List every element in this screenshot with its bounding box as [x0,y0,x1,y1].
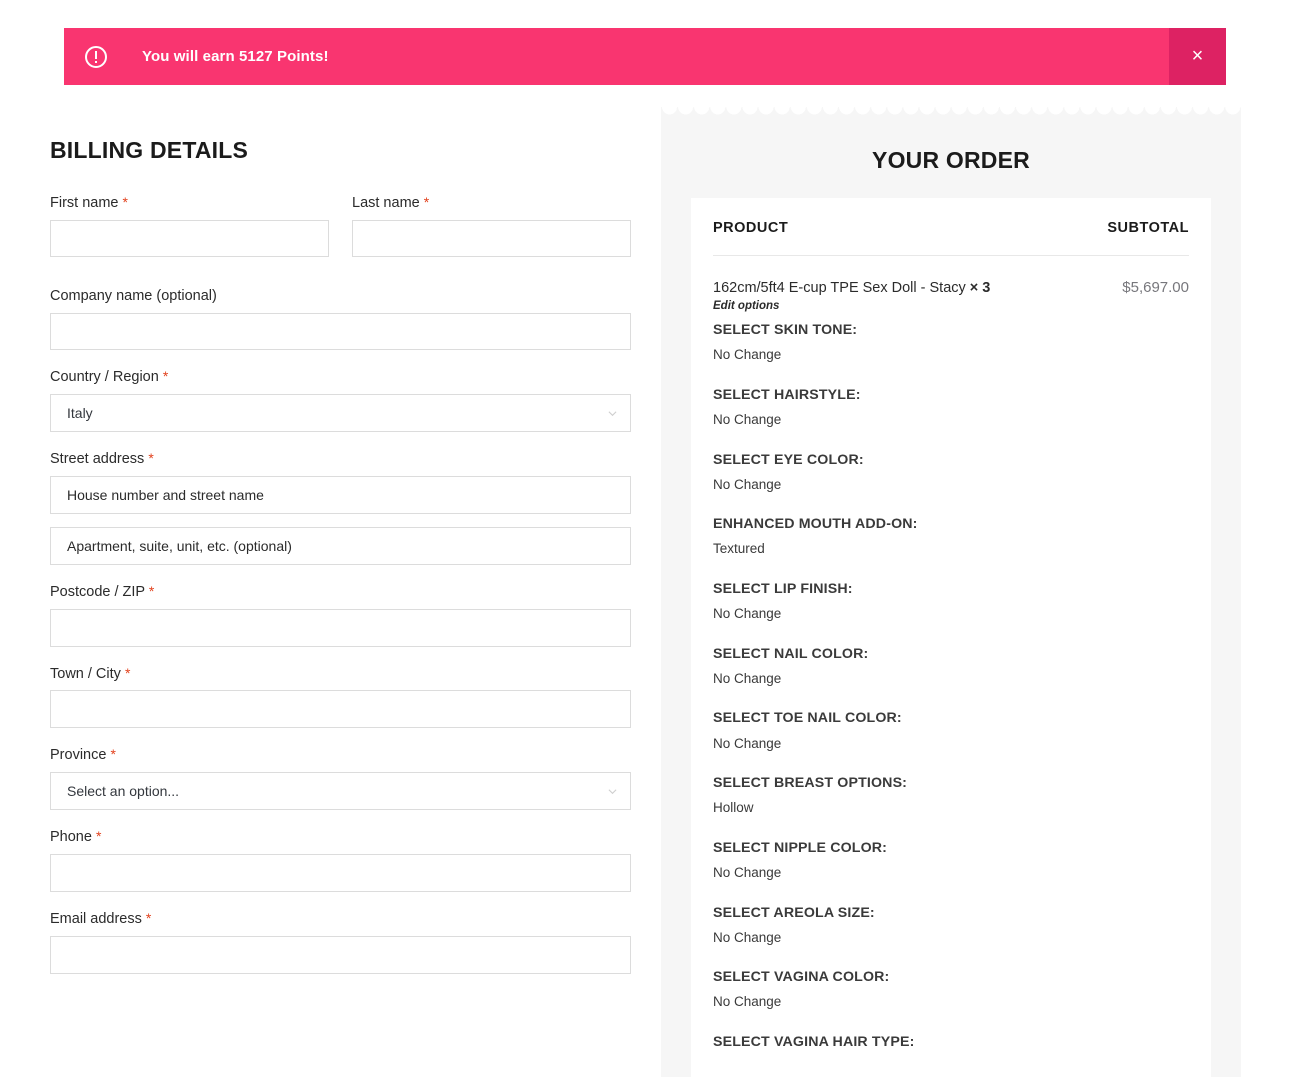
required-asterisk: * [423,194,430,211]
order-item-subtotal: $5,697.00 [1122,279,1189,296]
order-item-name-line: 162cm/5ft4 E-cup TPE Sex Doll - Stacy × 3 [713,279,990,297]
order-table-header: PRODUCT SUBTOTAL [713,220,1189,256]
required-asterisk: * [95,828,102,845]
email-input[interactable] [50,935,631,974]
province-label-text: Province [50,747,107,764]
order-option-value: No Change [713,865,782,881]
required-asterisk: * [148,449,154,466]
order-item-details: 162cm/5ft4 E-cup TPE Sex Doll - Stacy × 3… [713,279,990,312]
province-label: Province * [50,745,631,765]
order-option-value: No Change [713,670,782,686]
name-row: First name * Last name * [50,193,631,270]
points-banner: You will earn 5127 Points! × [64,28,1226,85]
last-name-label-text: Last name [352,195,420,212]
order-option-label: SELECT LIP FINISH: [713,581,853,597]
order-option-label: SELECT AREOLA SIZE: [713,904,875,921]
page-title: BILLING DETAILS [50,137,249,163]
province-selected-value[interactable]: Select an option... [50,772,631,811]
points-text-before: You will earn [142,48,239,65]
postcode-label: Postcode / ZIP * [50,582,631,602]
company-field: Company name (optional) [50,287,631,350]
order-option-value: No Change [713,347,782,363]
first-name-label-text: First name [50,195,119,212]
phone-label: Phone * [50,827,631,847]
points-value: 5127 [238,48,273,65]
points-banner-text: You will earn 5127 Points! [142,48,329,65]
required-asterisk: * [124,664,131,681]
order-option-label: ENHANCED MOUTH ADD-ON: [713,516,918,533]
order-item-options-list: SELECT SKIN TONE: No Change SELECT HAIRSTY… [713,321,1189,1052]
street-address-2-input[interactable] [50,526,631,565]
street-address-label-text: Street address [50,450,145,467]
required-asterisk: * [162,367,169,384]
order-option-value: No Change [713,735,782,751]
column-header-product: PRODUCT [713,220,789,236]
country-label-text: Country / Region [50,368,159,385]
email-label: Email address * [50,909,631,929]
points-text-after: Points! [272,48,329,65]
last-name-label: Last name * [352,193,631,213]
order-option-label: SELECT NIPPLE COLOR: [713,839,888,856]
order-option-value: Hollow [713,800,754,816]
order-option-label: SELECT TOE NAIL COLOR: [713,710,902,727]
order-option-label: SELECT VAGINA COLOR: [713,969,890,986]
street-address-label: Street address * [50,449,631,469]
postcode-field: Postcode / ZIP * [50,582,631,647]
order-option-label: SELECT VAGINA HAIR TYPE: [713,1034,915,1051]
postcode-input[interactable] [50,608,631,647]
order-option-label: SELECT NAIL COLOR: [713,645,869,662]
required-asterisk: * [148,582,155,599]
phone-input[interactable] [50,854,631,893]
column-header-subtotal: SUBTOTAL [1107,220,1189,236]
edit-options-link[interactable]: Edit options [713,300,990,312]
street-address-2-field [50,526,631,565]
company-input[interactable] [50,312,631,350]
order-option-label: SELECT BREAST OPTIONS: [713,775,908,792]
city-input[interactable] [50,690,631,729]
required-asterisk: * [122,194,128,211]
order-option-value: No Change [713,994,782,1010]
phone-field: Phone * [50,827,631,893]
close-icon[interactable]: × [1169,28,1226,85]
first-name-input[interactable] [50,220,329,258]
order-option-value: No Change [713,929,782,945]
email-field: Email address * [50,909,631,974]
country-selected-value[interactable]: Italy [50,393,631,432]
order-item-quantity: × 3 [969,280,991,296]
scalloped-edge-decoration [661,107,1241,118]
company-label: Company name (optional) [50,288,217,305]
exclamation-circle-icon [85,45,107,68]
order-option-label: SELECT SKIN TONE: [713,322,858,339]
street-address-field: Street address * [50,449,631,514]
city-field: Town / City * [50,664,631,729]
province-select[interactable]: Select an option... [50,772,631,811]
required-asterisk: * [110,746,116,763]
order-option-label: SELECT HAIRSTYLE: [713,386,861,403]
order-option-label: SELECT EYE COLOR: [713,451,864,468]
billing-details-section: BILLING DETAILS First name * Last name *… [50,137,631,987]
street-address-input[interactable] [50,475,631,514]
phone-label-text: Phone [50,829,92,846]
order-option-value: Textured [713,541,765,557]
order-option-value: No Change [713,412,782,428]
city-label: Town / City * [50,664,631,684]
province-field: Province * Select an option... [50,745,631,811]
order-summary-panel: YOUR ORDER PRODUCT SUBTOTAL 162cm/5ft4 E… [661,107,1241,1077]
last-name-input[interactable] [352,220,631,258]
order-option-value: No Change [713,476,782,492]
first-name-label: First name * [50,193,329,213]
email-label-text: Email address [50,911,142,928]
order-review-table: PRODUCT SUBTOTAL 162cm/5ft4 E-cup TPE Se… [691,198,1211,1077]
country-field: Country / Region * Italy [50,367,631,432]
first-name-field: First name * [50,193,329,258]
table-row: 162cm/5ft4 E-cup TPE Sex Doll - Stacy × 3… [713,256,1189,312]
postcode-label-text: Postcode / ZIP [50,583,145,600]
order-item-name: 162cm/5ft4 E-cup TPE Sex Doll - Stacy [713,280,966,296]
order-option-value: No Change [713,606,782,622]
required-asterisk: * [145,910,152,927]
country-select[interactable]: Italy [50,393,631,432]
country-label: Country / Region * [50,367,631,387]
city-label-text: Town / City [50,665,121,682]
last-name-field: Last name * [352,193,631,258]
